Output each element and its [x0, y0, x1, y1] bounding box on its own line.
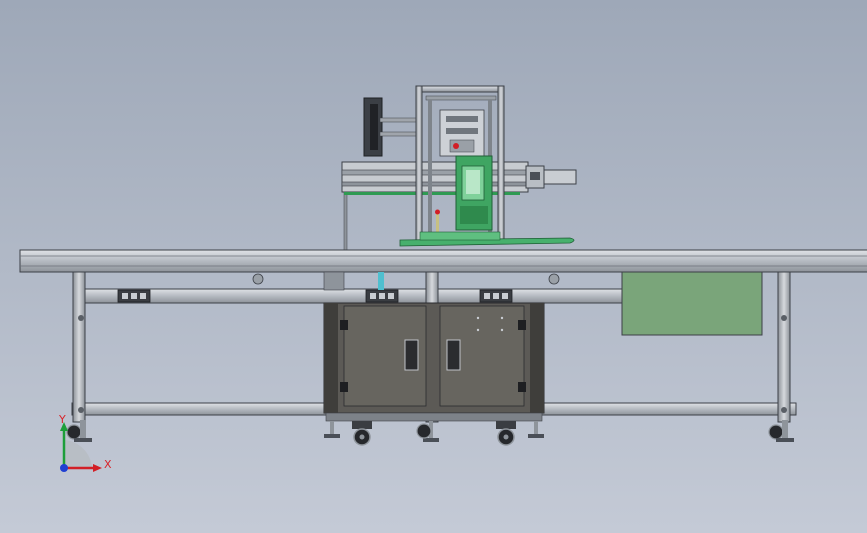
feet-and-casters [66, 412, 794, 446]
x-axis-label: X [104, 458, 112, 471]
upper-gantry [341, 85, 577, 251]
x-axis-arrow [93, 464, 102, 472]
z-axis-dot [60, 464, 68, 472]
machine-assembly-drawing [19, 85, 867, 472]
y-axis-label: Y [59, 413, 66, 426]
cad-viewport[interactable]: Y X [0, 0, 867, 533]
